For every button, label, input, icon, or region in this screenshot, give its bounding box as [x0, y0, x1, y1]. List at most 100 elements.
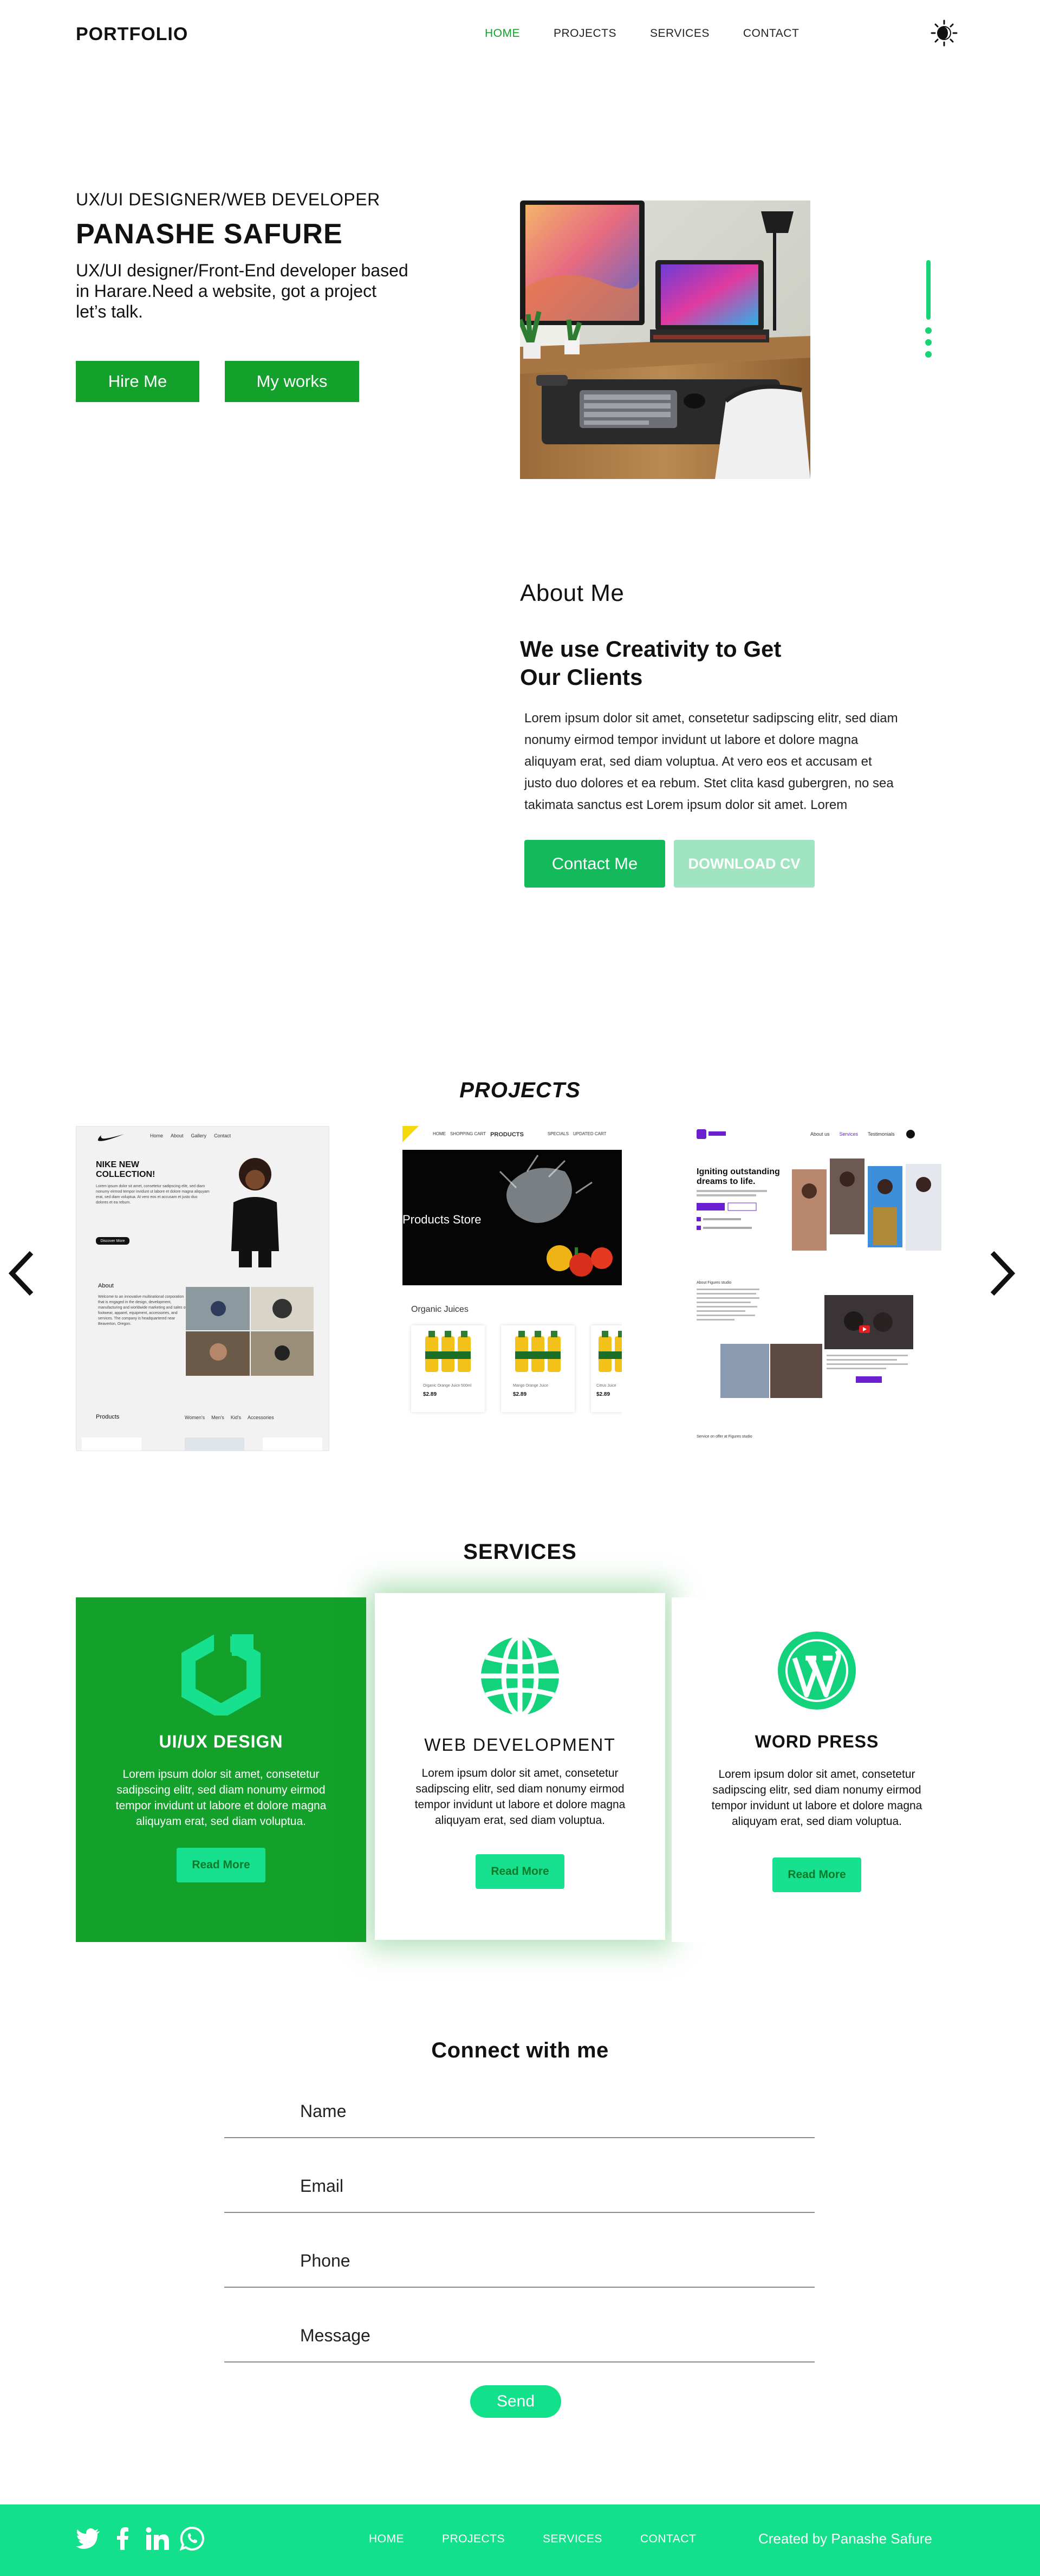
linkedin-icon[interactable] [145, 2526, 170, 2551]
twitter-icon[interactable] [76, 2526, 101, 2551]
project-card-nike[interactable]: Home About Gallery Contact NIKE NEW COLL… [76, 1126, 329, 1451]
figures-logo-icon [697, 1129, 726, 1139]
project2-nav-item: SHOPPING CART [450, 1131, 486, 1136]
name-field-label: Name [300, 2101, 347, 2121]
footer-link-home[interactable]: HOME [369, 2533, 404, 2546]
top-nav: PORTFOLIO HOME PROJECTS SERVICES CONTACT [0, 0, 1040, 70]
nav-links: HOME PROJECTS SERVICES CONTACT [485, 27, 833, 40]
whatsapp-icon[interactable] [180, 2526, 205, 2551]
service-title: WEB DEVELOPMENT [424, 1735, 616, 1755]
footer-credit: Created by Panashe Safure [758, 2530, 932, 2547]
social-links [76, 2526, 205, 2551]
hero-name: PANASHE SAFURE [76, 218, 343, 250]
project3-hero-controls [697, 1190, 767, 1230]
project-card-juice-store[interactable]: HOME SHOPPING CART PRODUCTS SPECIALS UPD… [402, 1126, 622, 1451]
projects-title: PROJECTS [459, 1078, 581, 1102]
globe-icon [481, 1635, 559, 1717]
project1-products-label: Products [96, 1414, 120, 1420]
message-field[interactable]: Message [224, 2309, 815, 2363]
product-card[interactable]: Mango Orange Juice $2.89 [501, 1325, 575, 1412]
carousel-prev-icon[interactable] [5, 1246, 38, 1300]
swoosh-logo-icon [98, 1134, 124, 1141]
project1-nav-item: Contact [214, 1133, 231, 1138]
project1-category: Men's [211, 1415, 224, 1420]
theme-toggle-icon[interactable] [931, 20, 958, 47]
footer-link-projects[interactable]: PROJECTS [442, 2533, 505, 2546]
project3-services-label: Service on offer at Figures studio [697, 1435, 752, 1439]
service-card-web-development: WEB DEVELOPMENT Lorem ipsum dolor sit am… [375, 1593, 665, 1940]
project1-about-label: About [98, 1283, 114, 1289]
project1-model-image [231, 1158, 279, 1267]
email-field[interactable]: Email [224, 2160, 815, 2213]
email-field-label: Email [300, 2176, 344, 2196]
brand-logo[interactable]: PORTFOLIO [76, 24, 188, 45]
facebook-icon[interactable] [110, 2526, 135, 2551]
project2-corner-logo-icon [402, 1126, 419, 1142]
carousel-next-icon[interactable] [986, 1246, 1018, 1300]
phone-field[interactable]: Phone [224, 2235, 815, 2288]
service-title: UI/UX DESIGN [159, 1732, 283, 1751]
send-button[interactable]: Send [470, 2385, 561, 2418]
nav-link-services[interactable]: SERVICES [650, 27, 710, 40]
hire-me-button[interactable]: Hire Me [76, 361, 199, 402]
project3-portraits-image [792, 1158, 941, 1251]
product-card[interactable]: Citrus Juice $2.89 [591, 1325, 622, 1412]
nav-link-home[interactable]: HOME [485, 27, 520, 40]
footer-links: HOME PROJECTS SERVICES CONTACT [369, 2533, 734, 2546]
hero-workspace-image [520, 200, 810, 479]
wordpress-icon [778, 1632, 856, 1710]
product-card[interactable]: Organic Orange Juice 500ml $2.89 [411, 1325, 485, 1412]
project2-nav-item: UPDATED CART [573, 1131, 607, 1136]
footer-link-services[interactable]: SERVICES [543, 2533, 602, 2546]
project-card-figures-studio[interactable]: About us Services Testimonials Igniting … [694, 1126, 949, 1451]
project3-about-label: About Figures studio [697, 1281, 732, 1285]
read-more-button[interactable]: Read More [772, 1857, 861, 1892]
product-name: Mango Orange Juice [513, 1384, 548, 1388]
phone-field-label: Phone [300, 2251, 350, 2270]
about-kicker: About Me [520, 580, 625, 606]
scroll-indicator-icon [925, 260, 932, 358]
services-title: SERVICES [463, 1540, 577, 1564]
project3-headline: Igniting outstanding dreams to life. [697, 1167, 780, 1186]
juice-bottles-image [599, 1331, 622, 1372]
name-field[interactable]: Name [224, 2085, 815, 2138]
product-name: Organic Orange Juice 500ml [423, 1384, 472, 1388]
project1-nav: Home About Gallery Contact [150, 1133, 231, 1138]
about-body: Lorem ipsum dolor sit amet, consetetur s… [524, 711, 898, 812]
service-title: WORD PRESS [755, 1732, 879, 1751]
juice-bottles-image [515, 1331, 561, 1372]
service-description: Lorem ipsum dolor sit amet, consetetur s… [414, 1767, 626, 1827]
nav-link-projects[interactable]: PROJECTS [554, 27, 616, 40]
project1-headline: NIKE NEW COLLECTION! [96, 1160, 155, 1179]
project2-section-label: Organic Juices [411, 1305, 469, 1314]
my-works-button[interactable]: My works [225, 361, 359, 402]
product-price: $2.89 [596, 1391, 610, 1397]
nav-link-contact[interactable]: CONTACT [743, 27, 799, 40]
footer-link-contact[interactable]: CONTACT [640, 2533, 696, 2546]
project2-nav-item: HOME [433, 1131, 446, 1136]
read-more-button[interactable]: Read More [476, 1854, 564, 1889]
project1-category: Women's [185, 1415, 205, 1420]
product-name: Citrus Juice [596, 1384, 616, 1388]
contact-title: Connect with me [431, 2038, 609, 2062]
read-more-button[interactable]: Read More [177, 1848, 265, 1882]
project1-nav-item: About [171, 1133, 184, 1138]
project3-nav-item: Services [839, 1131, 859, 1137]
project1-cta: Discover More [96, 1237, 129, 1245]
uiux-icon [181, 1634, 261, 1716]
contact-me-button[interactable]: Contact Me [524, 840, 665, 888]
project2-nav-item: SPECIALS [547, 1131, 569, 1136]
hero-subtitle: UX/UI DESIGNER/WEB DEVELOPER [76, 190, 380, 209]
project3-menu-icon [906, 1130, 915, 1138]
project1-product-strip [82, 1438, 322, 1451]
project1-category: Kid's [230, 1415, 242, 1420]
project2-banner-text: Products Store [402, 1213, 482, 1226]
juice-bottles-image [425, 1331, 471, 1372]
project1-nav-item: Home [150, 1133, 164, 1138]
product-price: $2.89 [423, 1391, 437, 1397]
project2-nav: HOME SHOPPING CART PRODUCTS SPECIALS UPD… [433, 1131, 606, 1138]
download-cv-button[interactable]: DOWNLOAD CV [674, 840, 815, 888]
project3-nav: About us Services Testimonials [810, 1131, 895, 1137]
footer: HOME PROJECTS SERVICES CONTACT Created b… [0, 2504, 1040, 2576]
project1-gallery-image [186, 1287, 314, 1376]
